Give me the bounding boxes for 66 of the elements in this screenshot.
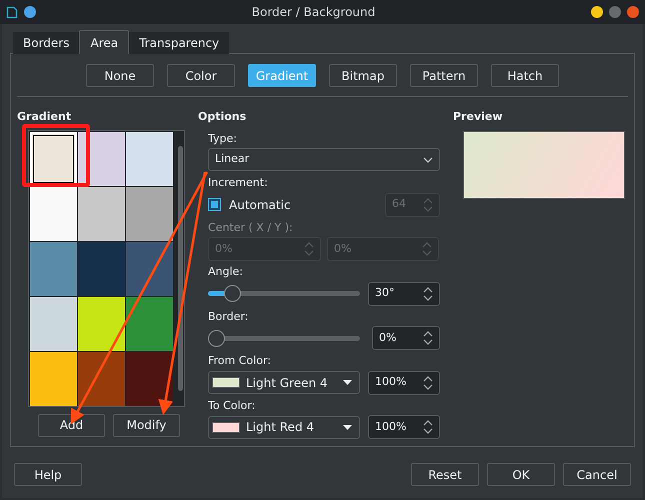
gradient-swatch[interactable]: [126, 352, 174, 406]
gradient-swatch[interactable]: [78, 132, 126, 186]
spin-box[interactable]: 30°: [368, 282, 440, 306]
field-label: Border:: [208, 308, 248, 324]
gradient-swatch[interactable]: [30, 186, 77, 240]
gradient-swatch[interactable]: [78, 296, 126, 350]
field-label: Angle:: [208, 264, 244, 280]
dialog-button[interactable]: Cancel: [563, 463, 631, 486]
tab[interactable]: Transparency: [129, 32, 230, 54]
fill-type-button[interactable]: Hatch: [491, 64, 559, 87]
color-dropdown[interactable]: Light Green 4: [208, 371, 360, 394]
section-heading: Gradient: [17, 109, 72, 125]
spin-arrows-icon[interactable]: [423, 286, 433, 302]
section-heading: Preview: [453, 109, 503, 125]
fill-type-button[interactable]: None: [86, 64, 154, 87]
document-icon: [6, 6, 18, 18]
spin-arrows-icon[interactable]: [423, 330, 433, 346]
field-label: To Color:: [208, 398, 256, 414]
slider-thumb[interactable]: [208, 330, 225, 346]
dropdown-triangle-icon: [343, 424, 352, 430]
spin-box[interactable]: 100%: [368, 370, 440, 394]
gradient-swatch[interactable]: [78, 186, 126, 240]
gradient-swatch[interactable]: [78, 352, 126, 406]
gradient-swatch[interactable]: [78, 242, 126, 296]
list-action-button[interactable]: Add: [38, 414, 105, 436]
fill-type-button[interactable]: Bitmap: [329, 64, 397, 87]
slider[interactable]: [208, 330, 360, 346]
gradient-swatch[interactable]: [30, 132, 77, 186]
color-dropdown[interactable]: Light Red 4: [208, 416, 360, 438]
minimize-button[interactable]: [591, 6, 603, 18]
gradient-swatch[interactable]: [126, 186, 174, 240]
gradient-swatch[interactable]: [126, 132, 174, 186]
dialog-button[interactable]: Help: [14, 463, 82, 486]
gradient-swatch[interactable]: [126, 242, 174, 296]
spin-arrows-icon[interactable]: [423, 374, 433, 390]
window-title: Border / Background: [250, 4, 376, 21]
tab[interactable]: Borders: [13, 32, 80, 54]
field-label: Increment:: [208, 175, 268, 191]
highlight-frame: [22, 124, 90, 187]
gradient-swatch[interactable]: [126, 296, 174, 350]
fill-type-button[interactable]: Color: [167, 64, 235, 87]
maximize-button[interactable]: [609, 6, 621, 18]
gradient-swatch[interactable]: [30, 242, 77, 296]
spin-arrows-icon[interactable]: [423, 419, 433, 435]
dialog-button[interactable]: OK: [487, 463, 555, 486]
gradient-swatch[interactable]: [30, 296, 77, 350]
field-label: From Color:: [208, 353, 271, 369]
checkbox[interactable]: [208, 198, 221, 211]
checkbox-label: Automatic: [229, 196, 291, 214]
fill-type-button[interactable]: Pattern: [410, 64, 478, 87]
field-label: Type:: [208, 130, 237, 146]
close-button[interactable]: [627, 6, 639, 18]
tab[interactable]: Area: [79, 30, 130, 54]
spin-box[interactable]: 0%: [372, 326, 440, 350]
chevron-down-icon: [423, 156, 433, 162]
spin-box[interactable]: 100%: [368, 415, 440, 439]
list-action-button[interactable]: Modify: [113, 414, 180, 436]
scrollbar[interactable]: [178, 146, 183, 390]
dialog-button[interactable]: Reset: [411, 463, 479, 486]
type-dropdown[interactable]: Linear: [208, 148, 440, 171]
slider-thumb[interactable]: [224, 285, 242, 302]
field-label: Center ( X / Y ):: [208, 220, 293, 236]
gradient-swatch[interactable]: [30, 352, 77, 406]
section-heading: Options: [198, 109, 246, 125]
dropdown-triangle-icon: [343, 380, 352, 385]
slider[interactable]: [208, 285, 360, 302]
